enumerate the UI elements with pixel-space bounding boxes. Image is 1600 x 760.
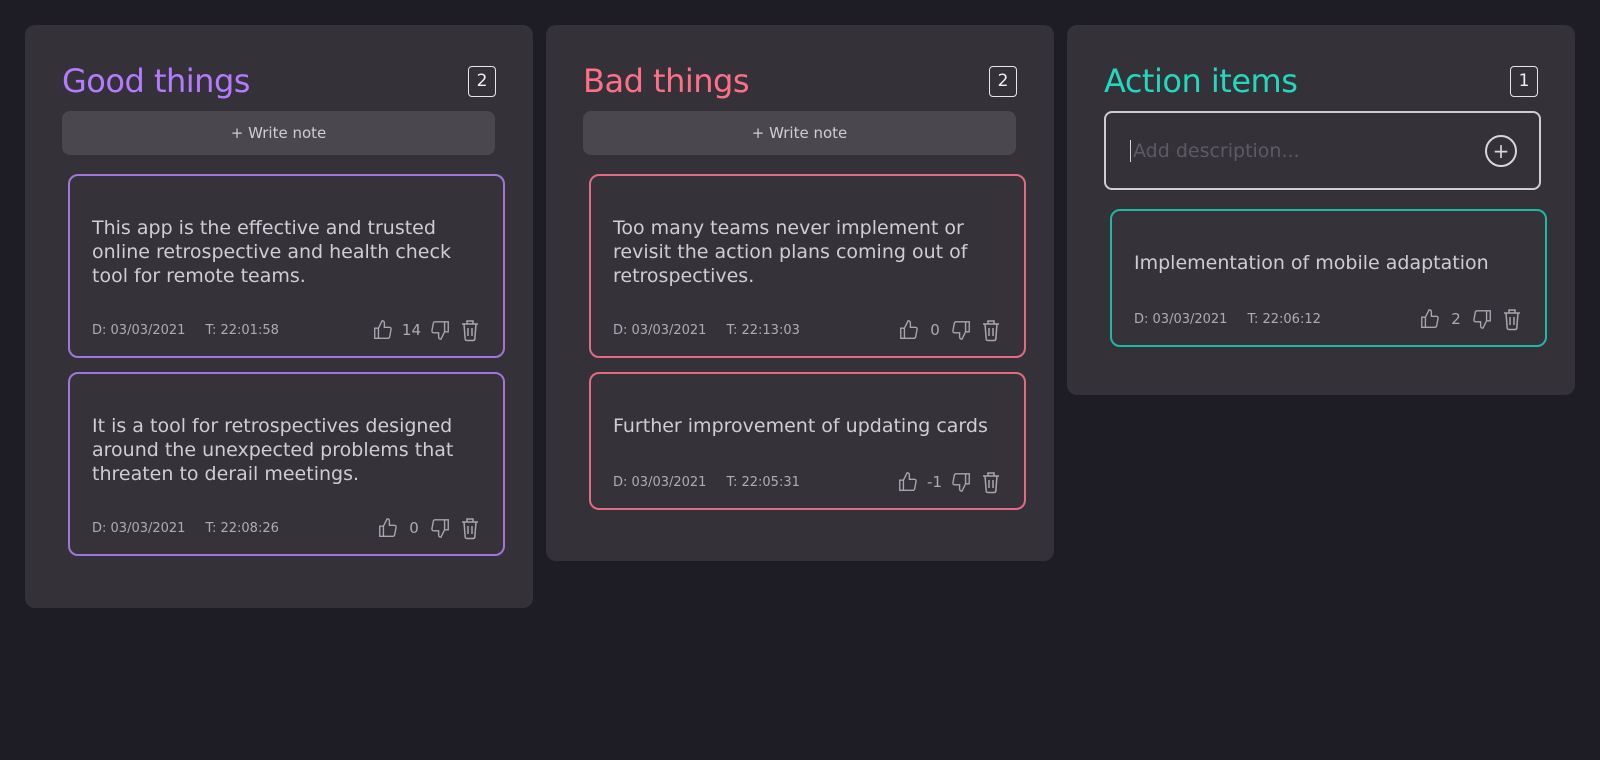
note-date: D: 03/03/2021 [1134, 311, 1228, 327]
note-time: T: 22:01:58 [205, 322, 279, 338]
plus-circle-icon[interactable]: + [1485, 134, 1517, 167]
column-header: Action items 1 [1104, 62, 1538, 100]
note-actions: 2 [1419, 307, 1523, 331]
note-card[interactable]: This app is the effective and trusted on… [68, 174, 505, 358]
note-text: Implementation of mobile adaptation [1134, 252, 1489, 274]
thumbs-up-icon[interactable] [898, 319, 920, 341]
trash-icon[interactable] [980, 470, 1002, 494]
vote-count: 0 [409, 519, 419, 537]
thumbs-down-icon[interactable] [429, 517, 451, 539]
thumbs-up-icon[interactable] [897, 471, 919, 493]
thumbs-down-icon[interactable] [950, 319, 972, 341]
note-card[interactable]: Implementation of mobile adaptation D: 0… [1110, 209, 1547, 347]
description-input[interactable] [1130, 139, 1485, 162]
trash-icon[interactable] [459, 516, 481, 540]
thumbs-up-icon[interactable] [1419, 308, 1441, 330]
column-header: Bad things 2 [583, 62, 1017, 100]
note-footer: D: 03/03/2021 T: 22:13:03 0 [613, 318, 1002, 342]
thumbs-up-icon[interactable] [372, 319, 394, 341]
note-time: T: 22:06:12 [1247, 311, 1321, 327]
note-date: D: 03/03/2021 [92, 520, 186, 536]
note-list: This app is the effective and trusted on… [68, 174, 505, 556]
note-date: D: 03/03/2021 [613, 322, 707, 338]
note-list: Implementation of mobile adaptation D: 0… [1110, 209, 1547, 347]
note-footer: D: 03/03/2021 T: 22:05:31 -1 [613, 470, 1002, 494]
column-bad-things: Bad things 2 + Write note Too many teams… [546, 25, 1054, 561]
column-good-things: Good things 2 + Write note This app is t… [25, 25, 533, 608]
note-actions: -1 [897, 470, 1002, 494]
note-list: Too many teams never implement or revisi… [589, 174, 1026, 510]
note-text: Further improvement of updating cards [613, 415, 988, 437]
vote-count: 0 [930, 321, 940, 339]
note-actions: 14 [372, 318, 481, 342]
trash-icon[interactable] [1501, 307, 1523, 331]
vote-count: 14 [401, 321, 421, 339]
note-time: T: 22:08:26 [205, 520, 279, 536]
trash-icon[interactable] [980, 318, 1002, 342]
note-actions: 0 [898, 318, 1002, 342]
note-actions: 0 [377, 516, 481, 540]
note-footer: D: 03/03/2021 T: 22:01:58 14 [92, 318, 481, 342]
note-count-badge: 1 [1510, 65, 1538, 97]
note-card[interactable]: Too many teams never implement or revisi… [589, 174, 1026, 358]
note-card[interactable]: It is a tool for retrospectives designed… [68, 372, 505, 556]
note-footer: D: 03/03/2021 T: 22:08:26 0 [92, 516, 481, 540]
retro-board: Good things 2 + Write note This app is t… [0, 0, 1600, 760]
trash-icon[interactable] [459, 318, 481, 342]
note-time: T: 22:13:03 [726, 322, 800, 338]
write-note-button[interactable]: + Write note [62, 111, 495, 155]
write-note-button[interactable]: + Write note [583, 111, 1016, 155]
note-date: D: 03/03/2021 [613, 474, 707, 490]
note-date: D: 03/03/2021 [92, 322, 186, 338]
note-text: This app is the effective and trusted on… [92, 217, 451, 287]
thumbs-down-icon[interactable] [429, 319, 451, 341]
note-count-badge: 2 [468, 65, 496, 97]
vote-count: -1 [927, 473, 942, 491]
note-footer: D: 03/03/2021 T: 22:06:12 2 [1134, 307, 1523, 331]
vote-count: 2 [1451, 310, 1461, 328]
column-title: Action items [1104, 62, 1298, 100]
thumbs-up-icon[interactable] [377, 517, 399, 539]
thumbs-down-icon[interactable] [1471, 308, 1493, 330]
column-title: Bad things [583, 62, 750, 100]
add-description-box: + [1104, 111, 1541, 190]
note-card[interactable]: Further improvement of updating cards D:… [589, 372, 1026, 510]
column-title: Good things [62, 62, 250, 100]
column-header: Good things 2 [62, 62, 496, 100]
note-count-badge: 2 [989, 65, 1017, 97]
note-text: Too many teams never implement or revisi… [613, 217, 968, 287]
column-action-items: Action items 1 + Implementation of mobil… [1067, 25, 1575, 395]
thumbs-down-icon[interactable] [950, 471, 972, 493]
note-time: T: 22:05:31 [726, 474, 800, 490]
note-text: It is a tool for retrospectives designed… [92, 415, 454, 485]
